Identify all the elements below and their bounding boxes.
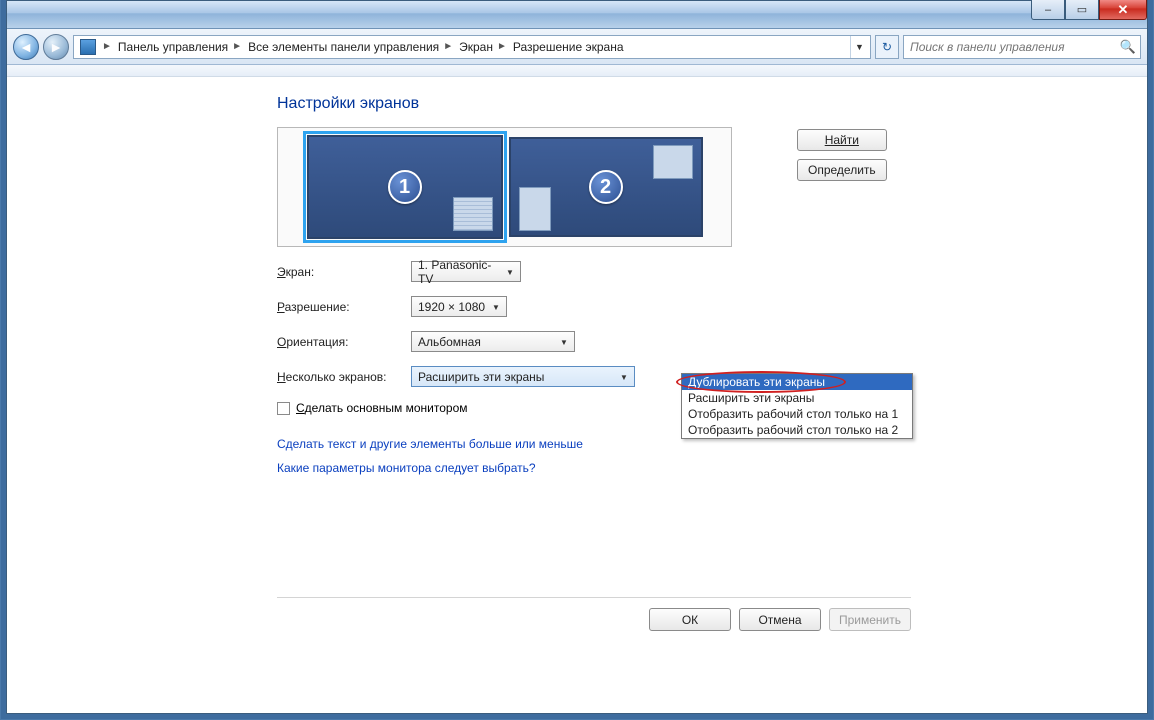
nav-forward-button[interactable]: ► <box>43 34 69 60</box>
row-display: Экран: 1. Panasonic-TV ▼ <box>277 261 917 282</box>
chevron-down-icon: ▼ <box>489 300 503 314</box>
search-icon[interactable]: 🔍 <box>1120 39 1136 55</box>
chevron-down-icon: ▼ <box>617 370 631 384</box>
breadcrumb-item[interactable]: Разрешение экрана <box>511 40 626 54</box>
close-button[interactable]: ✕ <box>1099 0 1147 20</box>
chevron-down-icon: ▼ <box>503 265 517 279</box>
dropdown-value: 1. Panasonic-TV <box>418 258 502 286</box>
chevron-down-icon: ▼ <box>557 335 571 349</box>
window-thumb-icon <box>519 187 551 231</box>
search-box[interactable]: 🔍 <box>903 35 1141 59</box>
monitor-number: 2 <box>589 170 623 204</box>
link-which-monitor[interactable]: Какие параметры монитора следует выбрать… <box>277 461 917 475</box>
breadcrumb-item[interactable]: Панель управления <box>116 40 230 54</box>
orientation-dropdown[interactable]: Альбомная ▼ <box>411 331 575 352</box>
monitor-number: 1 <box>388 170 422 204</box>
window-thumb-icon <box>653 145 693 179</box>
dropdown-value: Расширить эти экраны <box>418 370 544 384</box>
nav-back-button[interactable]: ◄ <box>13 34 39 60</box>
dropdown-value: Альбомная <box>418 335 481 349</box>
label-multiple-displays: Несколько экранов: <box>277 370 411 384</box>
multiple-displays-dropdown-list[interactable]: Дублировать эти экраны Расширить эти экр… <box>681 373 913 439</box>
navbar: ◄ ► ► Панель управления ► Все элементы п… <box>7 29 1147 65</box>
settings-panel: Настройки экранов 1 2 Найти Определить <box>277 95 917 475</box>
breadcrumb-sep: ► <box>100 41 116 52</box>
window-frame: – ▭ ✕ ◄ ► ► Панель управления ► Все элем… <box>6 0 1148 714</box>
titlebar[interactable]: – ▭ ✕ <box>7 1 1147 29</box>
label-make-main: Сделать основным монитором <box>296 401 468 415</box>
cancel-button[interactable]: Отмена <box>739 608 821 631</box>
breadcrumb-dropdown[interactable]: ▼ <box>850 36 868 58</box>
breadcrumb-item[interactable]: Экран <box>457 40 495 54</box>
side-button-group: Найти Определить <box>797 129 887 181</box>
row-resolution: Разрешение: 1920 × 1080 ▼ <box>277 296 917 317</box>
label-orientation: Ориентация: <box>277 335 411 349</box>
label-resolution: Разрешение: <box>277 300 411 314</box>
dropdown-value: 1920 × 1080 <box>418 300 485 314</box>
dropdown-option[interactable]: Отобразить рабочий стол только на 2 <box>682 422 912 438</box>
dropdown-option[interactable]: Отобразить рабочий стол только на 1 <box>682 406 912 422</box>
monitor-2[interactable]: 2 <box>509 137 703 237</box>
footer-buttons: ОК Отмена Применить <box>649 608 911 631</box>
breadcrumb[interactable]: ► Панель управления ► Все элементы панел… <box>73 35 871 59</box>
display-dropdown[interactable]: 1. Panasonic-TV ▼ <box>411 261 521 282</box>
minimize-button[interactable]: – <box>1031 0 1065 20</box>
monitor-arrangement[interactable]: 1 2 <box>277 127 732 247</box>
control-panel-icon <box>80 39 96 55</box>
resolution-dropdown[interactable]: 1920 × 1080 ▼ <box>411 296 507 317</box>
breadcrumb-sep: ► <box>495 41 511 52</box>
row-orientation: Ориентация: Альбомная ▼ <box>277 331 917 352</box>
dropdown-option[interactable]: Дублировать эти экраны <box>682 374 912 390</box>
label-display: Экран: <box>277 265 411 279</box>
monitor-1[interactable]: 1 <box>307 135 503 239</box>
maximize-button[interactable]: ▭ <box>1065 0 1099 20</box>
content-area: Настройки экранов 1 2 Найти Определить <box>7 77 1147 713</box>
search-input[interactable] <box>908 39 1120 55</box>
toolbar-strip <box>7 65 1147 77</box>
window-thumb-icon <box>453 197 493 231</box>
dropdown-option[interactable]: Расширить эти экраны <box>682 390 912 406</box>
breadcrumb-item[interactable]: Все элементы панели управления <box>246 40 441 54</box>
footer-separator: ОК Отмена Применить <box>277 597 911 598</box>
link-text-size[interactable]: Сделать текст и другие элементы больше и… <box>277 437 917 451</box>
window-controls: – ▭ ✕ <box>1031 0 1147 20</box>
breadcrumb-sep: ► <box>441 41 457 52</box>
multiple-displays-dropdown[interactable]: Расширить эти экраны ▼ <box>411 366 635 387</box>
breadcrumb-sep: ► <box>230 41 246 52</box>
page-title: Настройки экранов <box>277 95 917 113</box>
links-block: Сделать текст и другие элементы больше и… <box>277 437 917 475</box>
find-button[interactable]: Найти <box>797 129 887 151</box>
refresh-button[interactable]: ↻ <box>875 35 899 59</box>
ok-button[interactable]: ОК <box>649 608 731 631</box>
detect-button[interactable]: Определить <box>797 159 887 181</box>
make-main-checkbox[interactable] <box>277 402 290 415</box>
apply-button[interactable]: Применить <box>829 608 911 631</box>
